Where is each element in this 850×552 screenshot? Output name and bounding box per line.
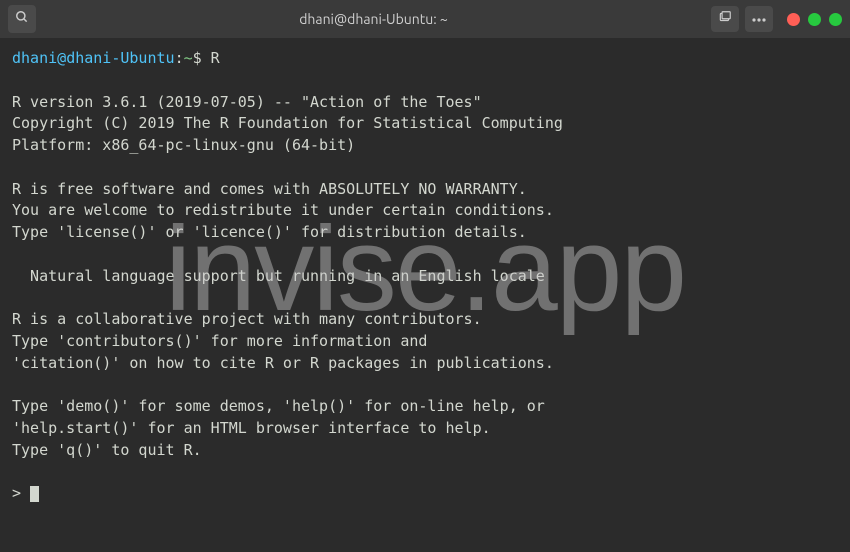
prompt-colon: : <box>175 49 184 67</box>
output-line: You are welcome to redistribute it under… <box>12 201 554 219</box>
window-dots <box>787 13 842 26</box>
close-dot[interactable] <box>787 13 800 26</box>
search-button[interactable] <box>8 5 36 33</box>
terminal-body[interactable]: dhani@dhani-Ubuntu:~$ R R version 3.6.1 … <box>0 38 850 552</box>
prompt-host: dhani-Ubuntu <box>66 49 174 67</box>
output-line: R is free software and comes with ABSOLU… <box>12 180 527 198</box>
titlebar: dhani@dhani-Ubuntu: ~ <box>0 0 850 38</box>
prompt-dollar: $ <box>193 49 202 67</box>
minimize-dot[interactable] <box>808 13 821 26</box>
output-line: 'citation()' on how to cite R or R packa… <box>12 354 554 372</box>
cursor <box>30 486 39 502</box>
menu-button[interactable] <box>745 6 773 32</box>
new-tab-icon <box>718 10 732 28</box>
output-line: Copyright (C) 2019 The R Foundation for … <box>12 114 563 132</box>
prompt-at: @ <box>57 49 66 67</box>
prompt-path: ~ <box>184 49 193 67</box>
new-tab-button[interactable] <box>711 6 739 32</box>
output-line: Natural language support but running in … <box>12 267 545 285</box>
window-controls <box>711 6 842 32</box>
prompt-user: dhani <box>12 49 57 67</box>
search-icon <box>15 10 29 28</box>
output-line: Type 'q()' to quit R. <box>12 441 202 459</box>
maximize-dot[interactable] <box>829 13 842 26</box>
output-line: 'help.start()' for an HTML browser inter… <box>12 419 491 437</box>
output-line: Platform: x86_64-pc-linux-gnu (64-bit) <box>12 136 355 154</box>
output-line: R is a collaborative project with many c… <box>12 310 482 328</box>
output-line: R version 3.6.1 (2019-07-05) -- "Action … <box>12 93 482 111</box>
output-line: Type 'contributors()' for more informati… <box>12 332 427 350</box>
menu-icon <box>751 12 767 27</box>
window-title: dhani@dhani-Ubuntu: ~ <box>44 11 703 27</box>
output-line: Type 'license()' or 'licence()' for dist… <box>12 223 527 241</box>
output-line: Type 'demo()' for some demos, 'help()' f… <box>12 397 545 415</box>
r-prompt: > <box>12 484 30 502</box>
command-text: R <box>202 49 220 67</box>
